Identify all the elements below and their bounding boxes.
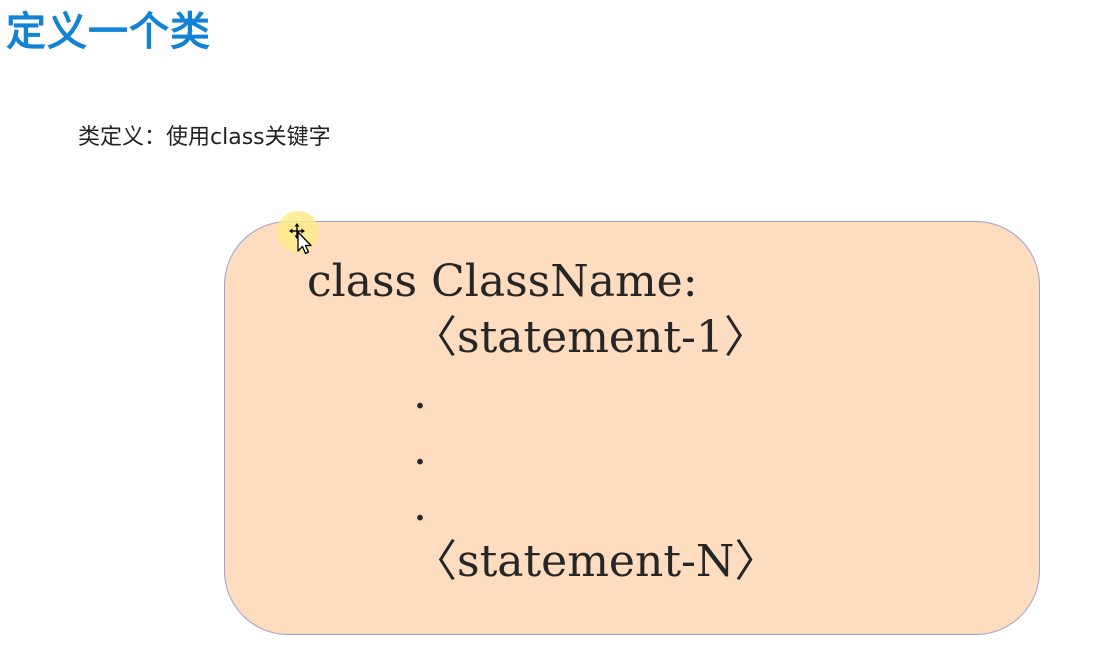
code-line: 〈statement-N〉 [413, 536, 779, 587]
move-pointer-icon [289, 223, 312, 255]
slide-title: 定义一个类 [6, 9, 211, 55]
subtitle-text: 类定义：使用class关键字 [78, 125, 331, 150]
code-line: . [413, 368, 427, 419]
code-line: . [413, 480, 427, 531]
code-box: class ClassName: 〈statement-1〉 . . . 〈st… [224, 221, 1040, 635]
code-line: class ClassName: [307, 256, 698, 307]
code-line: . [413, 424, 427, 475]
code-line: 〈statement-1〉 [413, 312, 768, 363]
